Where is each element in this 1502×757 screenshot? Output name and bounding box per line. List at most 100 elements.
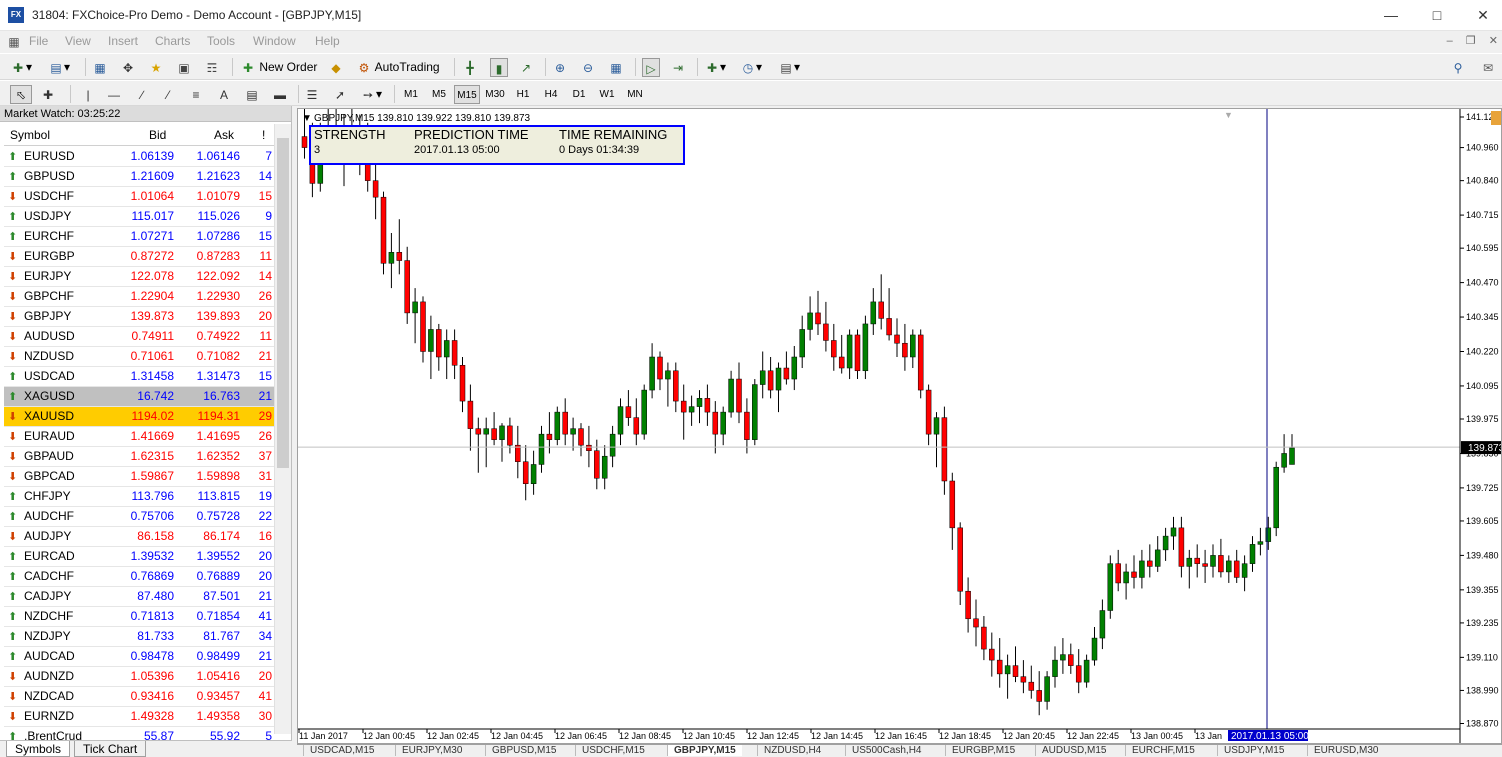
table-row[interactable]: ⬇ GBPCAD 1.59867 1.59898 31: [4, 467, 274, 487]
new-chart-icon[interactable]: ✚ ▾: [10, 58, 32, 77]
table-row[interactable]: ⬆ AUDCHF 0.75706 0.75728 22: [4, 507, 274, 527]
column-symbol[interactable]: Symbol: [10, 124, 50, 146]
chart-tab[interactable]: USDJPY,M15: [1217, 745, 1290, 756]
table-row[interactable]: ⬇ XAUUSD 1194.02 1194.31 29: [4, 407, 274, 427]
zoom-out-icon[interactable]: ⊖: [580, 58, 596, 77]
chart-shift-icon[interactable]: ⇥: [670, 58, 686, 77]
column-bid[interactable]: Bid: [149, 124, 166, 146]
arrows-icon[interactable]: ➚: [332, 85, 348, 104]
table-row[interactable]: ⬆ EURCHF 1.07271 1.07286 15: [4, 227, 274, 247]
candlestick-chart[interactable]: 141.125140.960140.840140.715140.595140.4…: [298, 103, 1502, 743]
mdi-close-icon[interactable]: ✕: [1489, 35, 1498, 47]
tile-windows-icon[interactable]: ▦: [608, 58, 624, 77]
menu-tools[interactable]: Tools: [207, 34, 235, 48]
navigator-icon[interactable]: ★: [148, 58, 164, 77]
chart-tab[interactable]: EURGBP,M15: [945, 745, 1021, 756]
table-row[interactable]: ⬇ NZDCAD 0.93416 0.93457 41: [4, 687, 274, 707]
line-chart-icon[interactable]: ↗: [518, 58, 534, 77]
new-order-button[interactable]: ✚ New Order: [240, 58, 317, 77]
close-icon[interactable]: ✕: [1460, 0, 1502, 30]
column-ask[interactable]: Ask: [214, 124, 234, 146]
strategy-tester-icon[interactable]: ☶: [204, 58, 220, 77]
timeframe-d1[interactable]: D1: [566, 85, 592, 104]
table-row[interactable]: ⬆ USDCAD 1.31458 1.31473 15: [4, 367, 274, 387]
table-row[interactable]: ⬇ AUDNZD 1.05396 1.05416 20: [4, 667, 274, 687]
market-watch-scrollbar[interactable]: [274, 124, 291, 734]
chart-tab[interactable]: USDCAD,M15: [303, 745, 380, 756]
table-row[interactable]: ⬇ EURNZD 1.49328 1.49358 30: [4, 707, 274, 727]
table-row[interactable]: ⬇ GBPJPY 139.873 139.893 20: [4, 307, 274, 327]
cursor-icon[interactable]: ⬁: [10, 85, 32, 104]
menu-insert[interactable]: Insert: [108, 34, 138, 48]
menu-view[interactable]: View: [65, 34, 91, 48]
table-row[interactable]: ⬆ AUDCAD 0.98478 0.98499 21: [4, 647, 274, 667]
fibonacci-icon[interactable]: ≡: [188, 85, 204, 104]
menu-window[interactable]: Window: [253, 34, 296, 48]
table-row[interactable]: ⬇ NZDUSD 0.71061 0.71082 21: [4, 347, 274, 367]
minimize-icon[interactable]: —: [1368, 0, 1414, 30]
table-row[interactable]: ⬆ NZDCHF 0.71813 0.71854 41: [4, 607, 274, 627]
timeframe-m5[interactable]: M5: [426, 85, 452, 104]
timeframe-h4[interactable]: H4: [538, 85, 564, 104]
chart-tab[interactable]: GBPUSD,M15: [485, 745, 562, 756]
timeframe-w1[interactable]: W1: [594, 85, 620, 104]
table-row[interactable]: ⬇ EURJPY 122.078 122.092 14: [4, 267, 274, 287]
more-tools-icon[interactable]: ➙ ▾: [360, 85, 382, 104]
chart-window-icon[interactable]: ▦: [6, 34, 22, 50]
table-row[interactable]: ⬇ GBPCHF 1.22904 1.22930 26: [4, 287, 274, 307]
text-label-icon[interactable]: ▤: [244, 85, 260, 104]
timeframe-m1[interactable]: M1: [398, 85, 424, 104]
templates-icon[interactable]: ▤ ▾: [778, 58, 800, 77]
chart-tab[interactable]: US500Cash,H4: [845, 745, 927, 756]
table-row[interactable]: ⬆ EURUSD 1.06139 1.06146 7: [4, 147, 274, 167]
market-watch-icon[interactable]: ▦: [92, 58, 108, 77]
table-row[interactable]: ⬆ CADCHF 0.76869 0.76889 20: [4, 567, 274, 587]
table-row[interactable]: ⬇ GBPAUD 1.62315 1.62352 37: [4, 447, 274, 467]
table-row[interactable]: ⬇ AUDJPY 86.158 86.174 16: [4, 527, 274, 547]
chat-icon[interactable]: ✉: [1480, 58, 1496, 77]
timeframe-m30[interactable]: M30: [482, 85, 508, 104]
periods-icon[interactable]: ◷ ▾: [740, 58, 762, 77]
chart-tab[interactable]: GBPJPY,M15: [667, 745, 742, 756]
table-row[interactable]: ⬆ EURCAD 1.39532 1.39552 20: [4, 547, 274, 567]
mdi-minimize-icon[interactable]: –: [1447, 35, 1453, 47]
table-row[interactable]: ⬇ EURAUD 1.41669 1.41695 26: [4, 427, 274, 447]
tab-tick-chart[interactable]: Tick Chart: [74, 741, 147, 757]
crosshair-nav-icon[interactable]: ✥: [120, 58, 136, 77]
terminal-icon[interactable]: ▣: [176, 58, 192, 77]
bar-chart-icon[interactable]: ╋: [462, 58, 478, 77]
table-row[interactable]: ⬇ USDCHF 1.01064 1.01079 15: [4, 187, 274, 207]
vertical-line-icon[interactable]: |: [80, 85, 96, 104]
metaeditor-icon[interactable]: ◆: [328, 58, 344, 77]
chart-tab[interactable]: EURUSD,M30: [1307, 745, 1384, 756]
timeframe-h1[interactable]: H1: [510, 85, 536, 104]
chart-tab[interactable]: NZDUSD,H4: [757, 745, 827, 756]
timeframe-m15[interactable]: M15: [454, 85, 480, 104]
table-row[interactable]: ⬇ AUDUSD 0.74911 0.74922 11: [4, 327, 274, 347]
menu-charts[interactable]: Charts: [155, 34, 190, 48]
menu-help[interactable]: Help: [315, 34, 340, 48]
table-row[interactable]: ⬆ USDJPY 115.017 115.026 9: [4, 207, 274, 227]
table-row[interactable]: ⬆ XAGUSD 16.742 16.763 21: [4, 387, 274, 407]
timeframe-mn[interactable]: MN: [622, 85, 648, 104]
chart-tab[interactable]: AUDUSD,M15: [1035, 745, 1112, 756]
table-row[interactable]: ⬆ NZDJPY 81.733 81.767 34: [4, 627, 274, 647]
auto-trading-button[interactable]: ⚙ AutoTrading: [356, 58, 440, 77]
chart-tab[interactable]: EURCHF,M15: [1125, 745, 1201, 756]
trendline-icon[interactable]: ∕: [134, 85, 150, 104]
auto-scroll-icon[interactable]: ▷: [642, 58, 660, 77]
crosshair-icon[interactable]: ✚: [40, 85, 56, 104]
table-row[interactable]: ⬇ EURGBP 0.87272 0.87283 11: [4, 247, 274, 267]
indicators-icon[interactable]: ✚ ▾: [704, 58, 726, 77]
menu-file[interactable]: File: [29, 34, 48, 48]
maximize-icon[interactable]: □: [1414, 0, 1460, 30]
table-row[interactable]: ⬆ CADJPY 87.480 87.501 21: [4, 587, 274, 607]
table-row[interactable]: ⬆ CHFJPY 113.796 113.815 19: [4, 487, 274, 507]
chart-tab[interactable]: USDCHF,M15: [575, 745, 651, 756]
chart-window[interactable]: 141.125 140.960 140.840 140.715 140.595 140.4…: [297, 103, 1502, 744]
text-icon[interactable]: A: [216, 85, 232, 104]
gann-icon[interactable]: ☰: [304, 85, 320, 104]
equidistant-channel-icon[interactable]: ⁄: [160, 85, 176, 104]
zoom-in-icon[interactable]: ⊕: [552, 58, 568, 77]
horizontal-line-icon[interactable]: —: [106, 85, 122, 104]
